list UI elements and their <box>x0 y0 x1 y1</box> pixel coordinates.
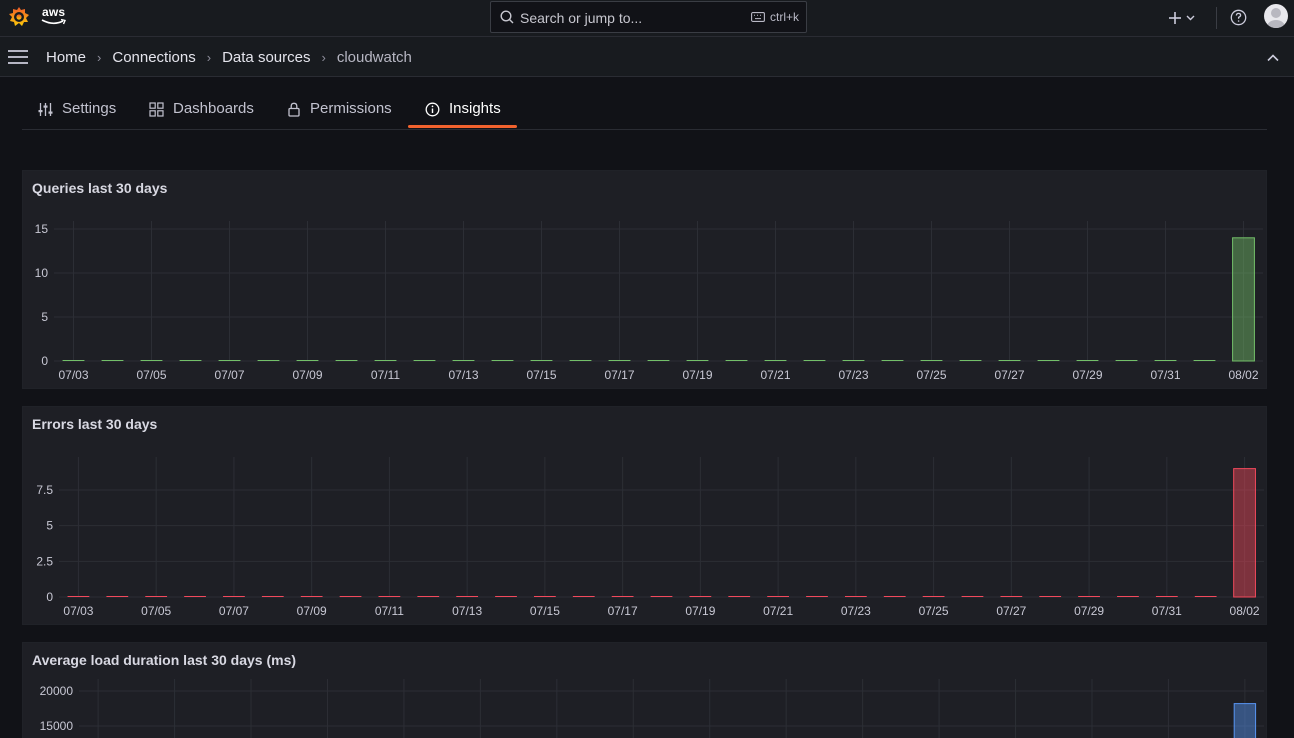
x-tick-label: 07/03 <box>63 604 93 618</box>
new-menu-button[interactable] <box>1168 8 1202 28</box>
tab-permissions-label: Permissions <box>310 100 392 117</box>
tab-settings[interactable]: Settings <box>38 100 116 130</box>
x-tick-label: 07/05 <box>141 604 171 618</box>
y-tick-label: 5 <box>41 310 48 324</box>
tab-insights-label: Insights <box>449 100 501 117</box>
apps-icon <box>149 102 164 117</box>
chevron-up-icon[interactable] <box>1266 51 1280 65</box>
breadcrumb-bar: Home › Connections › Data sources › clou… <box>0 37 1294 77</box>
x-tick-label: 08/02 <box>1228 368 1258 382</box>
x-tick-label: 07/29 <box>1072 368 1102 382</box>
chevron-down-icon <box>1186 15 1195 21</box>
tab-permissions[interactable]: Permissions <box>287 100 392 130</box>
search-placeholder: Search or jump to... <box>520 10 643 26</box>
avatar[interactable] <box>1264 4 1288 28</box>
x-tick-label: 07/31 <box>1152 604 1182 618</box>
topbar-divider <box>1216 7 1217 29</box>
x-tick-label: 07/07 <box>219 604 249 618</box>
breadcrumb-current: cloudwatch <box>336 49 412 66</box>
breadcrumb-data-sources[interactable]: Data sources <box>222 49 310 66</box>
x-tick-label: 07/23 <box>841 604 871 618</box>
chevron-right-icon: › <box>321 50 326 65</box>
search-shortcut: ctrl+k <box>751 10 799 24</box>
x-tick-label: 07/09 <box>297 604 327 618</box>
y-tick-label: 2.5 <box>36 554 53 568</box>
chevron-right-icon: › <box>97 50 102 65</box>
x-tick-label: 07/11 <box>375 604 404 618</box>
breadcrumb: Home › Connections › Data sources › clou… <box>46 49 412 66</box>
tab-dashboards[interactable]: Dashboards <box>149 100 254 130</box>
x-tick-label: 07/11 <box>371 368 400 382</box>
x-tick-label: 07/15 <box>526 368 556 382</box>
plus-icon <box>1169 12 1181 24</box>
x-tick-label: 07/27 <box>994 368 1024 382</box>
aws-logo: aws <box>41 5 69 27</box>
grafana-logo[interactable] <box>7 5 31 29</box>
y-tick-label: 5 <box>46 519 53 533</box>
x-tick-label: 07/03 <box>58 368 88 382</box>
queries-chart: 0 5 10 15 07/03 07/05 07/07 07/09 07/11 07/13 07/1… <box>35 221 1263 382</box>
x-tick-label: 07/21 <box>763 604 793 618</box>
hamburger-menu-icon[interactable] <box>8 49 28 65</box>
y-tick-label: 15 <box>35 222 49 236</box>
queries-panel: Queries last 30 days 0 5 10 15 07/03 07/05 07/… <box>22 170 1267 389</box>
x-tick-label: 07/23 <box>838 368 868 382</box>
x-tick-label: 07/19 <box>682 368 712 382</box>
x-tick-label: 07/25 <box>916 368 946 382</box>
chart-bar <box>1232 237 1255 362</box>
page-tabs: Settings Dashboards Permissions Insights <box>22 77 1267 130</box>
x-tick-label: 07/13 <box>452 604 482 618</box>
search-shortcut-label: ctrl+k <box>769 10 799 24</box>
x-tick-label: 07/15 <box>530 604 560 618</box>
y-tick-label: 20000 <box>40 684 74 698</box>
y-tick-label: 10 <box>35 266 49 280</box>
x-tick-label: 08/02 <box>1230 604 1260 618</box>
x-tick-label: 07/31 <box>1150 368 1180 382</box>
x-tick-label: 07/17 <box>608 604 638 618</box>
y-tick-label: 7.5 <box>36 483 53 497</box>
x-tick-label: 07/07 <box>214 368 244 382</box>
search-input[interactable]: Search or jump to... ctrl+k <box>490 1 807 33</box>
active-tab-indicator <box>408 125 517 128</box>
help-icon[interactable] <box>1230 9 1247 26</box>
aws-smile-icon <box>41 18 66 25</box>
chart-bar <box>1233 703 1257 738</box>
sliders-icon <box>38 103 53 116</box>
errors-chart: 0 2.5 5 7.5 07/03 07/05 07/07 07/09 07/11 07/13 07… <box>36 457 1264 618</box>
x-tick-label: 07/19 <box>685 604 715 618</box>
x-tick-label: 07/13 <box>448 368 478 382</box>
tab-dashboards-label: Dashboards <box>173 100 254 117</box>
x-tick-label: 07/21 <box>760 368 790 382</box>
x-tick-label: 07/29 <box>1074 604 1104 618</box>
keyboard-icon <box>751 12 765 22</box>
x-tick-label: 07/05 <box>136 368 166 382</box>
y-tick-label: 15000 <box>40 719 74 733</box>
breadcrumb-home[interactable]: Home <box>46 49 86 66</box>
y-tick-label: 0 <box>46 590 53 604</box>
top-bar: aws Search or jump to... ctrl+k <box>0 0 1294 37</box>
x-tick-label: 07/09 <box>292 368 322 382</box>
chart-bar <box>1233 468 1256 598</box>
load-duration-panel: Average load duration last 30 days (ms) … <box>22 642 1267 738</box>
chevron-right-icon: › <box>206 50 212 65</box>
search-icon <box>500 10 514 24</box>
tab-settings-label: Settings <box>62 100 117 117</box>
x-tick-label: 07/17 <box>604 368 634 382</box>
lock-icon <box>288 102 300 117</box>
aws-logo-text: aws <box>42 5 66 19</box>
x-tick-label: 07/27 <box>996 604 1026 618</box>
y-tick-label: 0 <box>41 354 48 368</box>
user-avatar-icon <box>1267 8 1285 28</box>
errors-panel: Errors last 30 days 0 2.5 5 7.5 07/03 07/05 07… <box>22 406 1267 625</box>
breadcrumb-connections[interactable]: Connections <box>112 49 195 66</box>
info-circle-icon <box>425 102 440 117</box>
x-tick-label: 07/25 <box>919 604 949 618</box>
load-duration-chart: 15000 20000 <box>40 679 1264 738</box>
